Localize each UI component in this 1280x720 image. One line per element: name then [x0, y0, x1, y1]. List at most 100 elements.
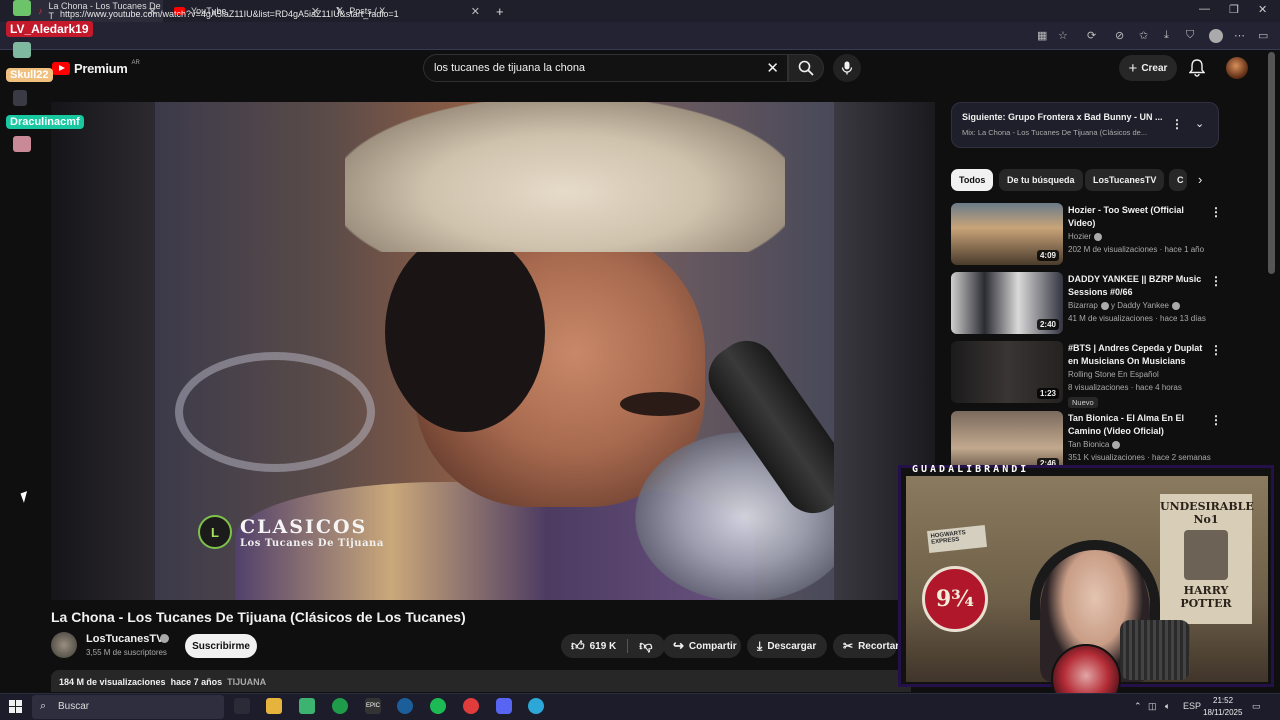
more-vert-icon[interactable]: ⋮	[1210, 343, 1222, 357]
emote-icon	[13, 42, 31, 58]
minecraft-icon[interactable]	[299, 698, 315, 714]
voice-search-button[interactable]	[833, 54, 861, 82]
more-vert-icon[interactable]: ⋮	[1210, 205, 1222, 219]
extension-icon[interactable]: ⟳	[1087, 29, 1096, 42]
emote-icon	[13, 90, 27, 106]
file-explorer-icon[interactable]	[266, 698, 282, 714]
poster-portrait	[1184, 530, 1228, 580]
network-icon[interactable]: ◫	[1148, 701, 1157, 712]
edge-icon[interactable]	[528, 698, 544, 714]
create-button[interactable]: + Crear	[1119, 55, 1177, 81]
page-scrollbar[interactable]	[1268, 52, 1275, 274]
search-input[interactable]: los tucanes de tijuana la chona	[434, 62, 585, 74]
notifications-icon[interactable]: ▭	[1252, 701, 1261, 712]
channel-avatar[interactable]	[51, 632, 77, 658]
more-vert-icon[interactable]: ⋮	[1210, 413, 1222, 427]
recommendation-item[interactable]: 1:23 #BTS | Andres Cepeda y Duplat en Mu…	[951, 341, 1222, 408]
up-next-subtitle: Mix: La Chona - Los Tucanes De Tijuana (…	[962, 128, 1148, 137]
thumbs-down-icon[interactable]: 👎︎	[639, 638, 652, 654]
rec-channel[interactable]: Rolling Stone En Español	[1068, 370, 1159, 379]
rec-title[interactable]: #BTS | Andres Cepeda y Duplat en Musicia…	[1068, 342, 1210, 368]
minimize-icon[interactable]: —	[1199, 3, 1210, 15]
upload-age: hace 7 años	[170, 677, 223, 687]
rec-channel[interactable]: Hozier	[1068, 232, 1103, 241]
windows-start-icon[interactable]	[9, 700, 22, 713]
task-view-icon[interactable]	[234, 698, 250, 714]
chevron-down-icon[interactable]: ⌄	[1195, 117, 1204, 130]
sidebar-icon[interactable]: ▭	[1258, 29, 1268, 42]
clear-search-icon[interactable]: ✕	[766, 59, 779, 77]
chip-partial[interactable]: C	[1169, 169, 1187, 191]
video-watermark: L CLASICOS Los Tucanes De Tijuana	[198, 515, 384, 549]
steam-icon[interactable]	[397, 698, 413, 714]
profile-icon[interactable]	[1209, 29, 1223, 43]
recommendation-item[interactable]: 2:40 DADDY YANKEE || BZRP Music Sessions…	[951, 272, 1222, 334]
video-thumbnail[interactable]: 1:23	[951, 341, 1063, 403]
video-tag[interactable]: TIJUANA	[227, 677, 266, 687]
new-badge: Nuevo	[1068, 397, 1098, 408]
clip-button[interactable]: ✂ Recortar	[833, 634, 899, 658]
streamer-microphone	[1120, 620, 1190, 680]
download-button[interactable]: ⤓ Descargar	[747, 634, 827, 658]
thumbs-up-icon[interactable]: 👍︎	[571, 638, 585, 654]
rec-channel[interactable]: Tan Bionica	[1068, 440, 1121, 449]
ublock-icon[interactable]: ⊘	[1115, 29, 1124, 42]
download-icon: ⤓	[757, 638, 763, 653]
discord-icon[interactable]	[496, 698, 512, 714]
search-box[interactable]: los tucanes de tijuana la chona ✕	[423, 54, 788, 82]
like-count[interactable]: 619 K	[590, 641, 617, 652]
language-indicator[interactable]: ESP	[1183, 701, 1201, 711]
share-button[interactable]: ↪ Compartir	[663, 634, 741, 658]
subscribe-button[interactable]: Suscribirme	[185, 634, 257, 658]
chip-de-tu-busqueda[interactable]: De tu búsqueda	[999, 169, 1083, 191]
window-close-icon[interactable]: ✕	[1258, 3, 1267, 16]
more-vert-icon[interactable]: ⋮	[1210, 274, 1222, 288]
watermark-subtitle: Los Tucanes De Tijuana	[240, 537, 384, 549]
search-icon	[798, 60, 814, 76]
chevron-up-icon[interactable]: ⌃	[1134, 701, 1142, 712]
rec-title[interactable]: Hozier - Too Sweet (Official Video)	[1068, 204, 1210, 230]
rec-channel-name: Tan Bionica	[1068, 440, 1110, 449]
address-bar[interactable]: https://www.youtube.com/watch?v=4gA5iaZ1…	[60, 6, 960, 22]
chip-todos[interactable]: Todos	[951, 169, 994, 191]
downloads-icon[interactable]: ⤓	[1164, 29, 1169, 42]
more-menu-icon[interactable]: ⋯	[1234, 29, 1245, 42]
rec-title[interactable]: Tan Bionica - El Alma En El Camino (Vide…	[1068, 412, 1210, 438]
favorite-star-icon[interactable]: ☆	[1058, 29, 1068, 42]
restore-icon[interactable]: ❐	[1229, 3, 1239, 16]
clock-date[interactable]: 18/11/2025	[1203, 708, 1242, 717]
chat-username: Draculinacmf	[6, 115, 84, 129]
spotify-icon[interactable]	[430, 698, 446, 714]
user-avatar[interactable]	[1226, 57, 1248, 79]
emote-icon	[13, 136, 31, 152]
obs-icon[interactable]	[463, 698, 479, 714]
more-vert-icon[interactable]: ⋮	[1171, 117, 1183, 131]
taskbar-search-input[interactable]: Buscar	[58, 701, 89, 712]
video-title: La Chona - Los Tucanes De Tijuana (Clási…	[51, 609, 466, 625]
search-button[interactable]	[788, 54, 824, 82]
verified-icon	[1100, 301, 1109, 310]
chip-lostucanestv[interactable]: LosTucanesTV	[1085, 169, 1165, 191]
mouse-cursor-icon	[20, 491, 31, 503]
rec-channel[interactable]: Bizarrap y Daddy Yankee	[1068, 301, 1180, 310]
app-icon[interactable]: ▦	[1037, 29, 1047, 42]
microphone-icon	[841, 61, 853, 75]
xbox-icon[interactable]	[332, 698, 348, 714]
verified-icon	[1172, 301, 1180, 310]
volume-icon[interactable]: 🔈︎	[1165, 701, 1170, 712]
video-thumbnail[interactable]: 2:40	[951, 272, 1063, 334]
chevron-right-icon[interactable]: ›	[1198, 172, 1202, 187]
recommendation-item[interactable]: 4:09 Hozier - Too Sweet (Official Video)…	[951, 203, 1222, 265]
video-thumbnail[interactable]: 4:09	[951, 203, 1063, 265]
notifications-bell-icon[interactable]	[1188, 59, 1206, 82]
favorites-icon[interactable]: ✩	[1139, 29, 1148, 42]
shield-icon[interactable]: ⛉	[1186, 29, 1194, 42]
rec-title[interactable]: DADDY YANKEE || BZRP Music Sessions #0/6…	[1068, 273, 1210, 299]
player-blur-left	[51, 102, 155, 600]
description-meta: 184 M de visualizaciones hace 7 años TIJ…	[59, 677, 266, 687]
youtube-logo[interactable]: Premium AR	[52, 60, 140, 76]
channel-name[interactable]: LosTucanesTV	[86, 633, 163, 645]
video-player[interactable]: L CLASICOS Los Tucanes De Tijuana	[51, 102, 935, 600]
epic-games-icon[interactable]: EPIC	[365, 698, 381, 714]
clock-time[interactable]: 21:52	[1213, 696, 1233, 705]
